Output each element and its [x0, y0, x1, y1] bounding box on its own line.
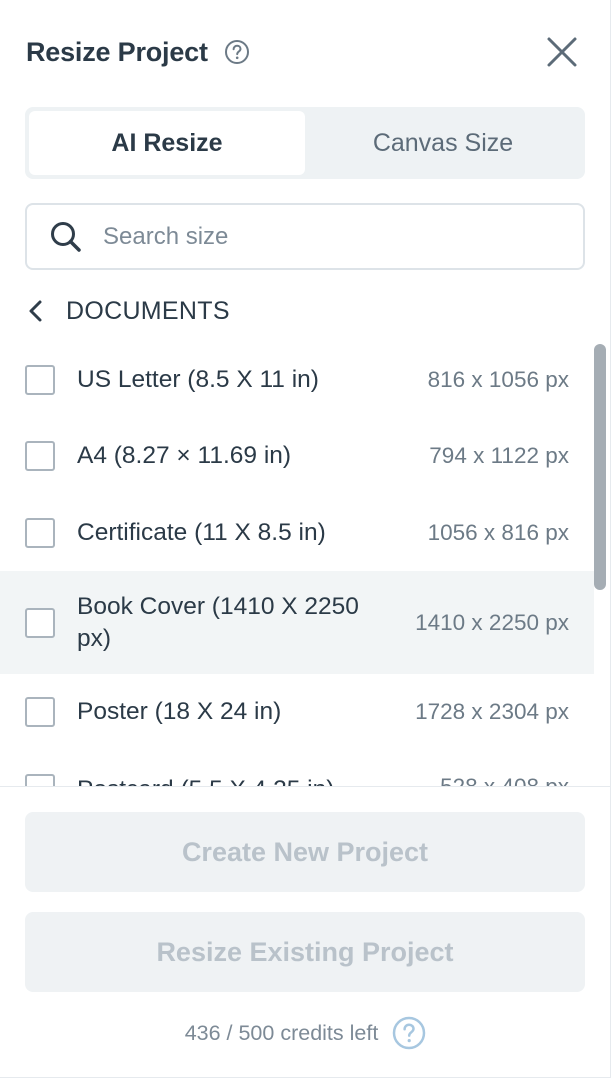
back-to-categories-button[interactable]: DOCUMENTS [26, 290, 230, 332]
size-label: Poster (18 X 24 in) [77, 698, 282, 725]
size-label: A4 (8.27 × 11.69 in) [77, 442, 292, 469]
size-dimensions: 528 x 408 px [440, 774, 569, 786]
search-input[interactable] [101, 215, 583, 258]
size-checkbox[interactable] [25, 774, 55, 786]
size-label: Certificate (11 X 8.5 in) [77, 518, 326, 546]
resize-existing-project-button[interactable]: Resize Existing Project [25, 912, 585, 992]
size-checkbox[interactable] [25, 365, 55, 395]
size-checkbox[interactable] [25, 441, 55, 471]
tab-canvas-size[interactable]: Canvas Size [305, 111, 581, 175]
size-checkbox[interactable] [25, 517, 55, 548]
size-label: US Letter (8.5 X 11 in) [77, 366, 319, 393]
size-dimensions: 1410 x 2250 px [415, 609, 569, 635]
size-label: Book Cover (1410 X 2250 px) [77, 592, 359, 652]
resize-project-panel: Resize Project AI Resize Canvas Size Sea… [0, 0, 611, 1078]
create-new-project-button[interactable]: Create New Project [25, 812, 585, 892]
scrollbar-thumb[interactable] [594, 344, 606, 590]
size-checkbox[interactable] [25, 697, 55, 727]
search-box [25, 203, 585, 270]
panel-header: Resize Project [26, 30, 584, 74]
size-dimensions: 1056 x 816 px [427, 519, 569, 545]
size-list: US Letter (8.5 X 11 in) 816 x 1056 px A4… [0, 342, 594, 786]
panel-title: Resize Project [26, 36, 208, 67]
size-option-row[interactable]: Certificate (11 X 8.5 in) 1056 x 816 px [0, 494, 594, 571]
close-icon [547, 37, 577, 67]
search-icon [49, 220, 83, 254]
size-dimensions: 816 x 1056 px [427, 367, 569, 392]
size-option-row[interactable]: Book Cover (1410 X 2250 px) 1410 x 2250 … [0, 571, 594, 674]
size-list-scrollbar[interactable] [592, 342, 608, 786]
size-option-row[interactable]: US Letter (8.5 X 11 in) 816 x 1056 px [0, 342, 594, 418]
size-dimensions: 1728 x 2304 px [415, 699, 569, 724]
size-option-row[interactable]: Poster (18 X 24 in) 1728 x 2304 px [0, 674, 594, 750]
close-button[interactable] [540, 30, 584, 74]
size-option-row[interactable]: Postcard (5.5 X 4.25 in) 528 x 408 px [0, 768, 594, 786]
question-circle-icon[interactable] [224, 39, 250, 65]
size-option-row[interactable]: A4 (8.27 × 11.69 in) 794 x 1122 px [0, 418, 594, 494]
chevron-left-icon [29, 300, 42, 322]
size-label: Postcard (5.5 X 4.25 in) [77, 774, 387, 786]
credits-text: 436 / 500 credits left [184, 1020, 379, 1045]
resize-mode-tabs: AI Resize Canvas Size [25, 107, 585, 179]
tab-ai-resize[interactable]: AI Resize [29, 111, 305, 175]
credits-info: 436 / 500 credits left [0, 1012, 611, 1054]
category-label: DOCUMENTS [66, 296, 230, 325]
size-checkbox[interactable] [25, 607, 55, 638]
question-circle-icon[interactable] [392, 1016, 426, 1050]
size-dimensions: 794 x 1122 px [429, 443, 569, 468]
footer-divider [0, 786, 611, 787]
